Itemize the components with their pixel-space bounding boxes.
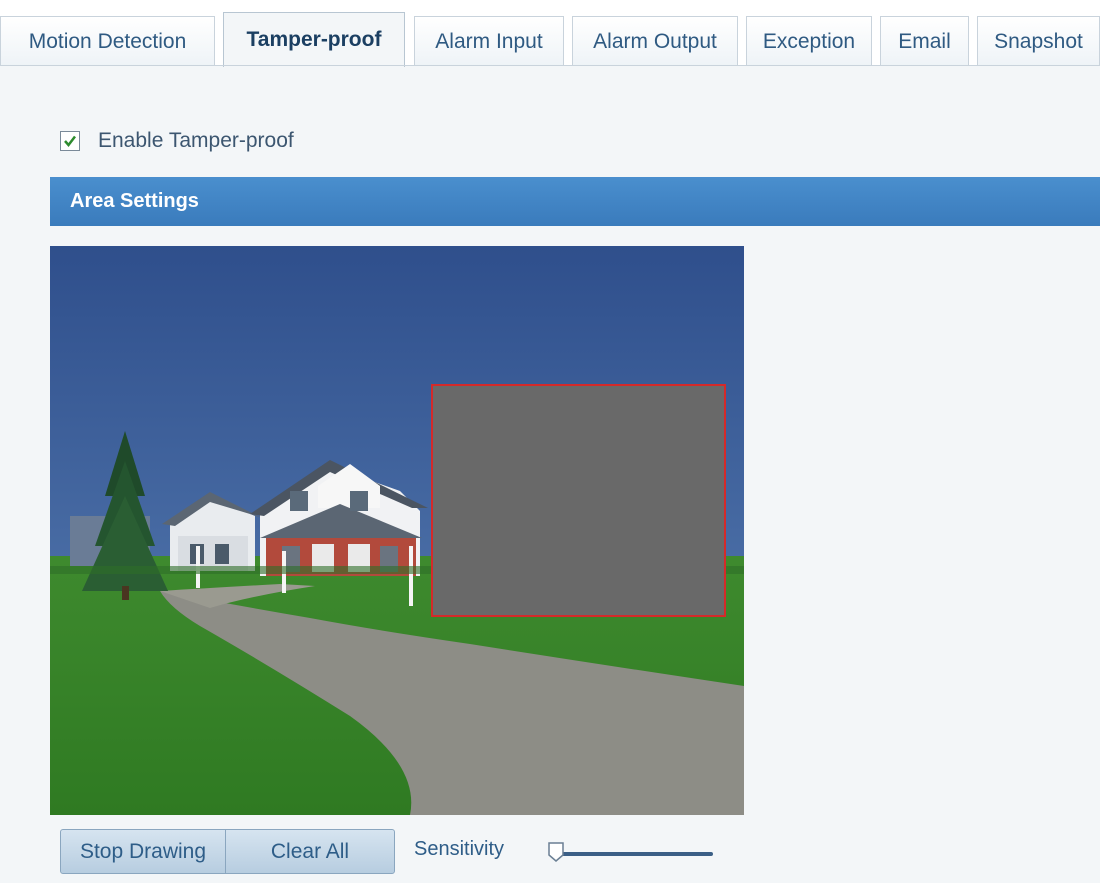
tab-baseline: [0, 65, 1100, 66]
camera-preview[interactable]: [50, 246, 744, 815]
sensitivity-label: Sensitivity: [414, 838, 505, 860]
tab-bar: Motion Detection Tamper-proof Alarm Inpu…: [0, 0, 1100, 67]
tamper-detection-area[interactable]: [431, 384, 726, 617]
sensitivity-slider-track[interactable]: [556, 852, 713, 856]
tab-exception[interactable]: Exception: [746, 16, 872, 66]
enable-tamper-proof-row: Enable Tamper-proof: [60, 126, 294, 156]
area-settings-header: Area Settings: [50, 177, 1100, 226]
check-icon: [64, 135, 76, 147]
enable-tamper-proof-label: Enable Tamper-proof: [98, 129, 294, 152]
tab-tamper-proof[interactable]: Tamper-proof: [223, 12, 405, 67]
tab-email[interactable]: Email: [880, 16, 969, 66]
enable-tamper-proof-checkbox[interactable]: [60, 131, 80, 151]
lamp-post: [409, 546, 413, 606]
tab-alarm-output[interactable]: Alarm Output: [572, 16, 738, 66]
tab-motion-detection[interactable]: Motion Detection: [0, 16, 215, 66]
tab-alarm-input[interactable]: Alarm Input: [414, 16, 564, 66]
stop-drawing-button[interactable]: Stop Drawing: [60, 829, 226, 874]
slider-handle-icon[interactable]: [546, 841, 566, 863]
area-settings-title: Area Settings: [70, 190, 199, 212]
clear-all-button[interactable]: Clear All: [225, 829, 395, 874]
tab-snapshot[interactable]: Snapshot: [977, 16, 1100, 66]
